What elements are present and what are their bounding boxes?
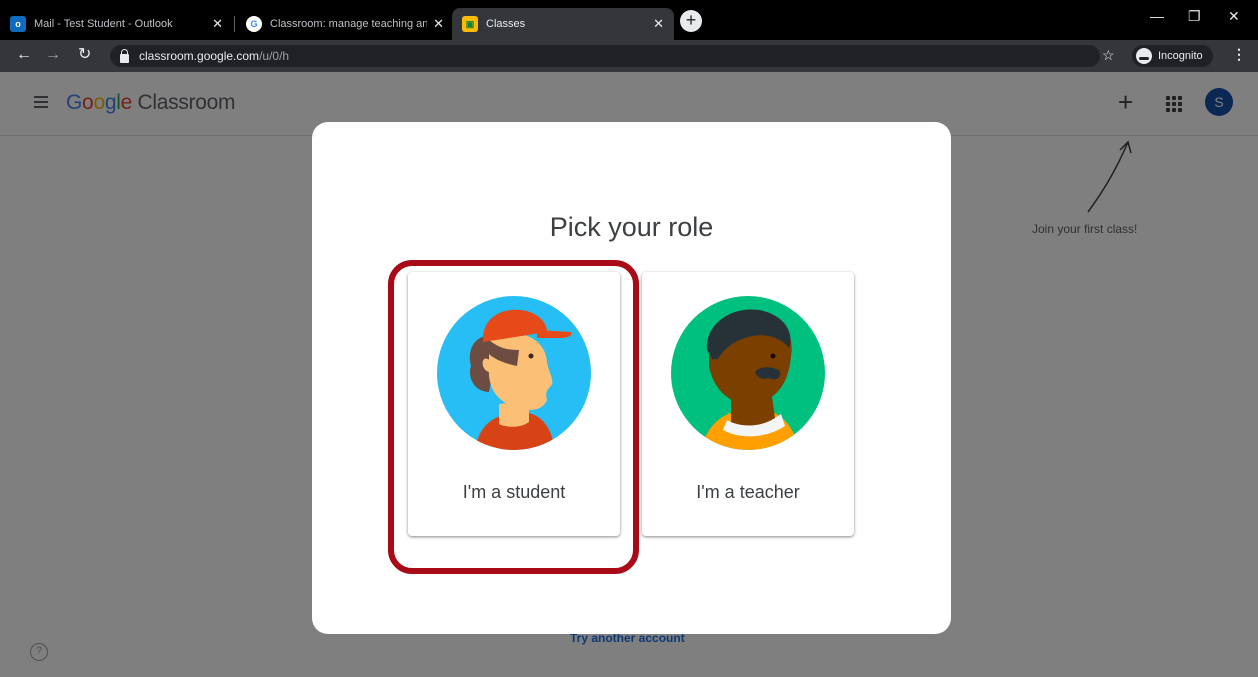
- new-tab-button[interactable]: +: [680, 10, 702, 32]
- browser-menu-icon[interactable]: ⋮: [1232, 46, 1246, 63]
- incognito-label: Incognito: [1158, 50, 1203, 62]
- tab-outlook[interactable]: o Mail - Test Student - Outlook ✕: [0, 8, 233, 40]
- browser-toolbar: ← → ↻ classroom.google.com/u/0/h ☆ Incog…: [0, 40, 1258, 72]
- dialog-title: Pick your role: [549, 212, 714, 242]
- close-icon[interactable]: ✕: [653, 16, 664, 32]
- forward-icon[interactable]: →: [45, 47, 61, 63]
- restore-icon[interactable]: ❐: [1188, 8, 1201, 25]
- close-icon[interactable]: ✕: [433, 16, 444, 32]
- incognito-icon: [1136, 48, 1152, 64]
- browser-chrome: o Mail - Test Student - Outlook ✕ G Clas…: [0, 0, 1258, 72]
- address-bar[interactable]: classroom.google.com/u/0/h: [110, 45, 1100, 67]
- url-host: classroom.google.com: [139, 49, 260, 63]
- student-role-highlight: [388, 260, 639, 574]
- incognito-badge[interactable]: Incognito: [1132, 45, 1213, 67]
- minimize-icon[interactable]: —: [1150, 8, 1164, 24]
- google-icon: G: [246, 16, 262, 32]
- teacher-role-label: I'm a teacher: [696, 482, 800, 502]
- back-icon[interactable]: ←: [16, 47, 32, 63]
- url-path: /u/0/h: [259, 49, 290, 63]
- classroom-icon: ▣: [462, 16, 478, 32]
- tab-divider: [234, 16, 235, 32]
- close-icon[interactable]: ✕: [212, 16, 223, 32]
- tab-google[interactable]: G Classroom: manage teaching and ✕: [236, 8, 454, 40]
- teacher-illustration: [671, 296, 825, 450]
- window-close-icon[interactable]: ✕: [1228, 8, 1240, 25]
- outlook-icon: o: [10, 16, 26, 32]
- tab-strip: o Mail - Test Student - Outlook ✕ G Clas…: [0, 0, 1258, 40]
- tab-classes[interactable]: ▣ Classes ✕: [452, 8, 674, 40]
- bookmark-star-icon[interactable]: ☆: [1102, 47, 1115, 64]
- reload-icon[interactable]: ↻: [78, 47, 91, 63]
- lock-icon: [120, 48, 129, 63]
- teacher-role-card[interactable]: I'm a teacher: [642, 272, 854, 536]
